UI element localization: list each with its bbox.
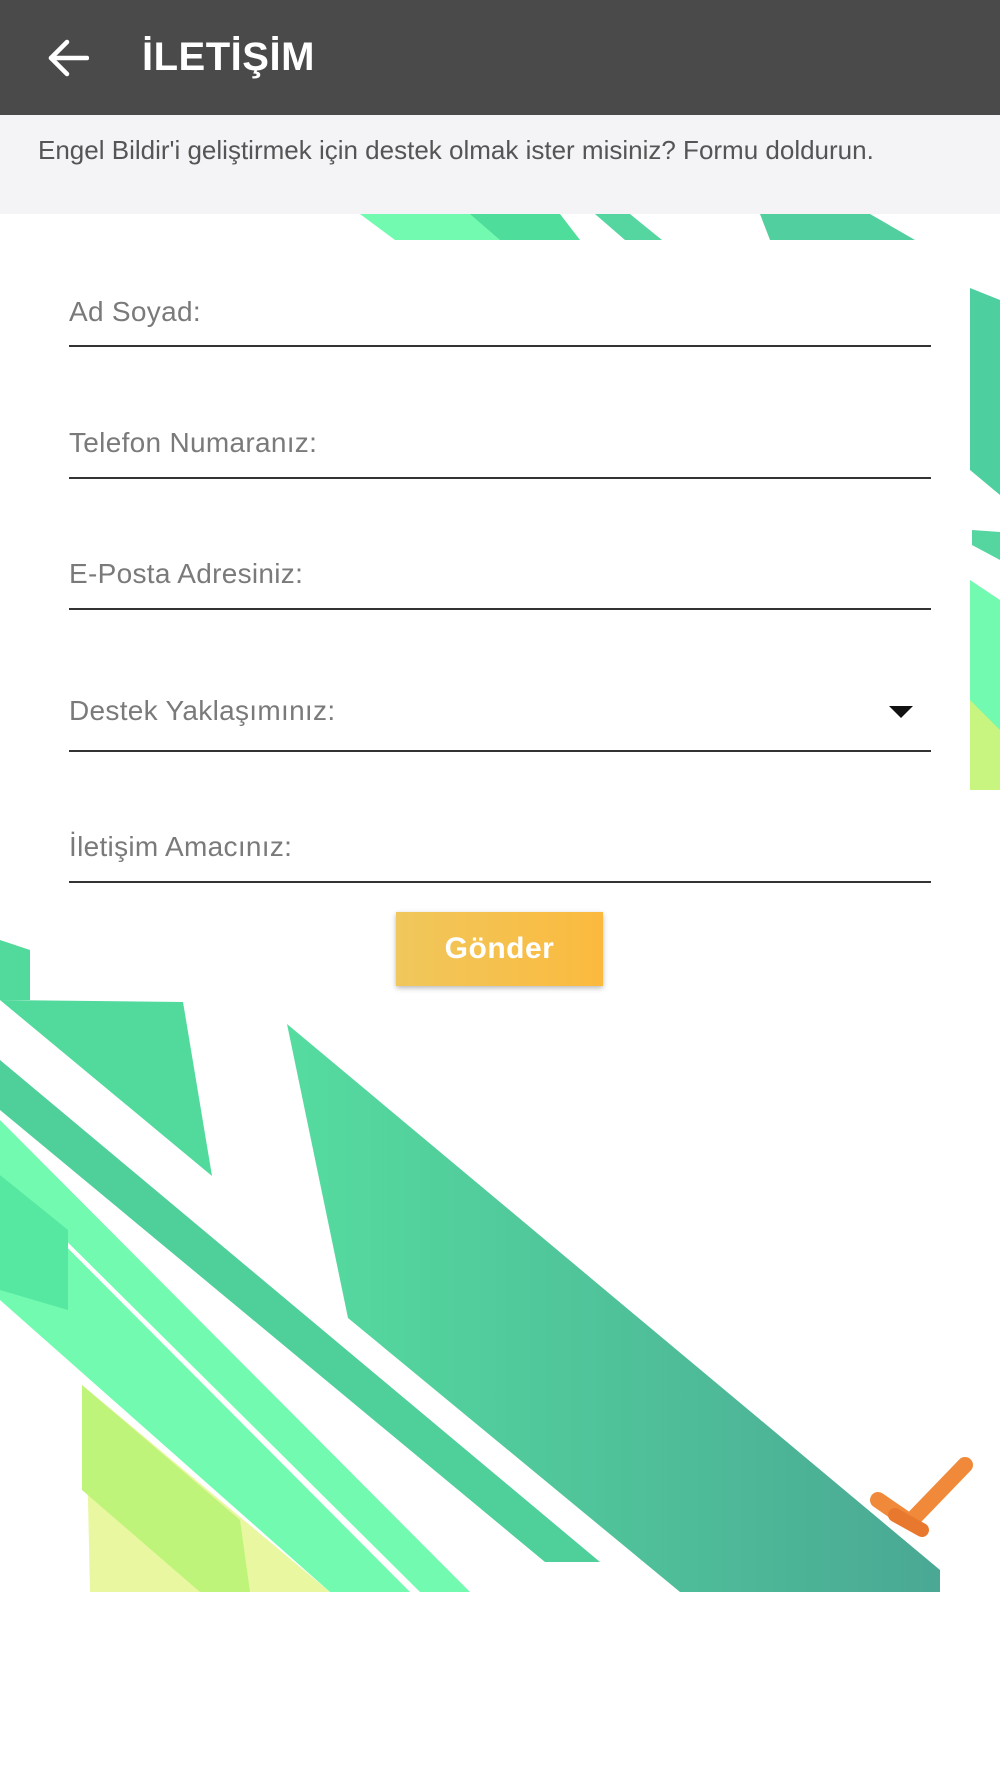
support-label: Destek Yaklaşımınız:	[69, 695, 336, 726]
submit-button[interactable]: Gönder	[396, 912, 603, 986]
support-select[interactable]: Destek Yaklaşımınız:	[69, 675, 931, 752]
purpose-field[interactable]: İletişim Amacınız:	[69, 815, 935, 883]
email-input[interactable]	[69, 543, 935, 610]
name-input[interactable]	[69, 280, 935, 347]
phone-input[interactable]	[69, 412, 935, 479]
name-field[interactable]: Ad Soyad:	[69, 280, 935, 347]
contact-form: Ad Soyad: Telefon Numaranız: E-Posta Adr…	[0, 0, 1000, 1778]
caret-down-icon	[889, 706, 913, 718]
phone-field[interactable]: Telefon Numaranız:	[69, 412, 935, 479]
email-field[interactable]: E-Posta Adresiniz:	[69, 543, 935, 610]
purpose-input[interactable]	[69, 815, 935, 883]
